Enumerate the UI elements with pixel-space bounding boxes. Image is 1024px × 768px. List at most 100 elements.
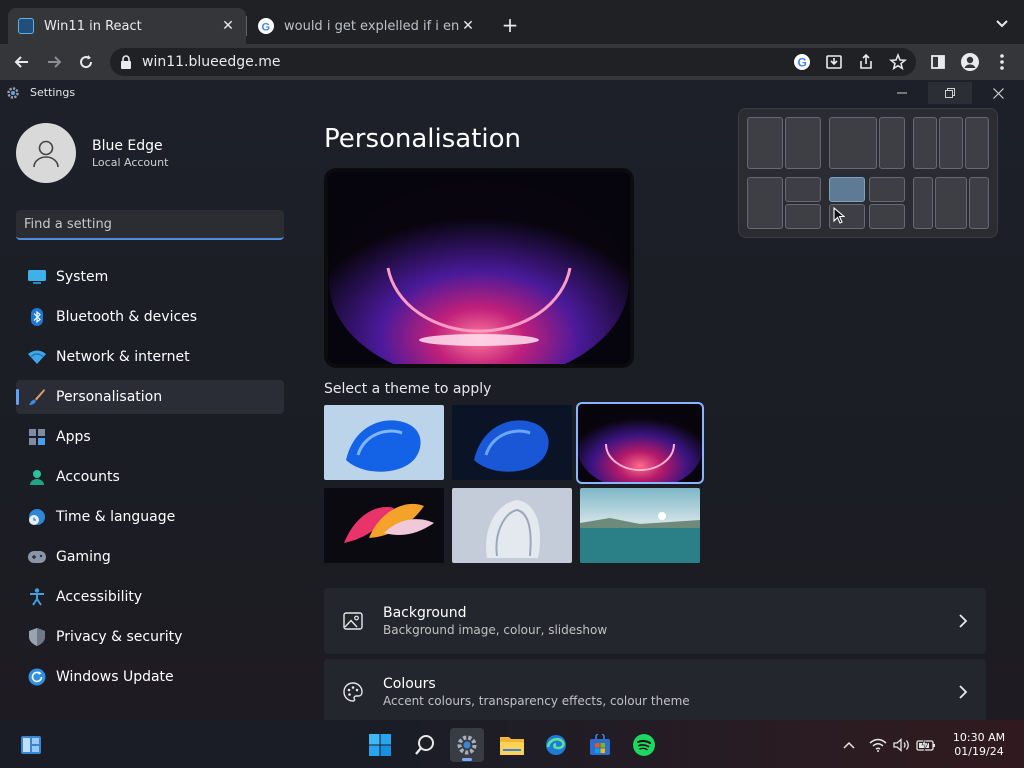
tab-google-search[interactable]: G would i get explelled if i enable ✕ — [248, 8, 486, 44]
react-favicon-icon — [18, 18, 34, 34]
sidebar-item-network[interactable]: Network & internet — [16, 340, 284, 374]
forward-arrow-icon — [48, 56, 62, 68]
sidebar-item-label: Bluetooth & devices — [56, 309, 198, 325]
avatar[interactable] — [16, 123, 76, 183]
battery-charging-icon[interactable] — [916, 735, 936, 755]
volume-icon[interactable] — [892, 735, 912, 755]
microsoft-store-button[interactable] — [583, 728, 617, 762]
window-title: Settings — [30, 86, 76, 99]
tab-title: Win11 in React — [44, 18, 142, 34]
file-explorer-button[interactable] — [495, 728, 529, 762]
sidebar-item-label: Accessibility — [56, 589, 143, 605]
snap-zone[interactable] — [879, 117, 905, 169]
card-subtitle: Accent colours, transparency effects, co… — [383, 694, 690, 708]
start-button[interactable] — [363, 728, 397, 762]
chevron-right-icon — [959, 614, 968, 628]
sidebar-item-personalisation[interactable]: Personalisation — [16, 380, 284, 414]
window-titlebar[interactable]: Settings — [0, 80, 1024, 106]
sidebar-item-label: Privacy & security — [56, 629, 183, 645]
snap-zone[interactable] — [747, 117, 783, 169]
settings-window: Settings Blue Edge Local Account Find a … — [0, 80, 1024, 725]
snap-zone-hovered[interactable] — [829, 177, 865, 202]
sidebar-item-accessibility[interactable]: Accessibility — [16, 580, 284, 614]
snap-zone[interactable] — [965, 117, 989, 169]
browser-menu-icon[interactable] — [990, 50, 1014, 74]
card-title: Colours — [383, 676, 436, 692]
snap-zone[interactable] — [869, 177, 905, 202]
theme-glow-selected[interactable] — [576, 402, 704, 484]
share-icon[interactable] — [854, 50, 878, 74]
page-title: Personalisation — [324, 124, 522, 154]
theme-sunrise-light[interactable] — [452, 488, 572, 563]
search-button[interactable] — [408, 728, 442, 762]
minimize-icon — [897, 92, 907, 94]
clock-date: 01/19/24 — [954, 745, 1004, 758]
forward-button[interactable] — [40, 48, 68, 76]
theme-captured-motion[interactable] — [324, 488, 444, 563]
sidebar-item-system[interactable]: System — [16, 260, 284, 294]
folder-icon — [500, 737, 524, 755]
snap-zone[interactable] — [913, 117, 937, 169]
snap-zone[interactable] — [785, 204, 821, 229]
wifi-tray-icon[interactable] — [868, 735, 888, 755]
install-app-icon[interactable] — [822, 50, 846, 74]
new-tab-button[interactable]: + — [496, 12, 524, 40]
bluetooth-icon — [28, 308, 46, 326]
snap-zone[interactable] — [939, 117, 963, 169]
lock-icon — [121, 55, 131, 69]
close-tab-icon[interactable]: ✕ — [220, 18, 236, 34]
sidebar-item-apps[interactable]: Apps — [16, 420, 284, 454]
sidebar-item-accounts[interactable]: Accounts — [16, 460, 284, 494]
minimize-button[interactable] — [880, 82, 924, 104]
show-hidden-icons-chevron-icon[interactable] — [839, 735, 859, 755]
snap-zone[interactable] — [785, 117, 821, 169]
settings-taskbar-app[interactable] — [450, 728, 484, 762]
find-setting-input[interactable]: Find a setting — [16, 210, 284, 240]
spotify-button[interactable] — [627, 728, 661, 762]
theme-section-label: Select a theme to apply — [324, 381, 492, 397]
url-text: win11.blueedge.me — [142, 54, 281, 70]
widgets-button[interactable] — [14, 728, 48, 762]
edge-browser-button[interactable] — [539, 728, 573, 762]
reload-button[interactable] — [72, 48, 100, 76]
sidebar-item-windows-update[interactable]: Windows Update — [16, 660, 284, 694]
google-lens-icon[interactable]: G — [790, 50, 814, 74]
snap-zone[interactable] — [869, 204, 905, 229]
reload-icon — [80, 55, 93, 69]
theme-flow-lake[interactable] — [580, 488, 700, 563]
sidebar-item-time-language[interactable]: Time & language — [16, 500, 284, 534]
background-settings-card[interactable]: Background Background image, colour, sli… — [324, 588, 986, 654]
sidebar-item-label: System — [56, 269, 109, 285]
theme-windows-dark[interactable] — [452, 405, 572, 480]
snap-zone[interactable] — [785, 177, 821, 202]
tab-divider — [246, 16, 247, 36]
account-type: Local Account — [92, 156, 169, 169]
wifi-icon — [28, 348, 46, 366]
bookmark-star-icon[interactable] — [886, 50, 910, 74]
snap-zone[interactable] — [829, 117, 877, 169]
restore-button[interactable] — [928, 82, 972, 104]
close-button[interactable] — [976, 82, 1020, 104]
monitor-icon — [28, 268, 46, 286]
tab-search-chevron-icon[interactable] — [990, 14, 1014, 34]
sidebar-item-gaming[interactable]: Gaming — [16, 540, 284, 574]
snap-zone[interactable] — [935, 177, 967, 229]
side-panel-icon[interactable] — [926, 50, 950, 74]
snap-zone[interactable] — [747, 177, 783, 229]
restore-icon — [945, 88, 955, 98]
settings-gear-icon — [457, 735, 477, 755]
sidebar-item-bluetooth[interactable]: Bluetooth & devices — [16, 300, 284, 334]
snap-zone[interactable] — [913, 177, 933, 229]
theme-windows-light[interactable] — [324, 405, 444, 480]
close-tab-icon[interactable]: ✕ — [460, 18, 476, 34]
profile-icon[interactable] — [958, 50, 982, 74]
back-button[interactable] — [8, 48, 36, 76]
snap-zone[interactable] — [969, 177, 989, 229]
back-arrow-icon — [14, 56, 28, 68]
sidebar-item-label: Apps — [56, 429, 91, 445]
colours-settings-card[interactable]: Colours Accent colours, transparency eff… — [324, 659, 986, 725]
taskbar-clock[interactable]: 10:30 AM 01/19/24 — [946, 731, 1012, 759]
tab-win11-react[interactable]: Win11 in React ✕ — [8, 8, 246, 44]
sidebar-item-label: Accounts — [56, 469, 120, 485]
sidebar-item-privacy[interactable]: Privacy & security — [16, 620, 284, 654]
